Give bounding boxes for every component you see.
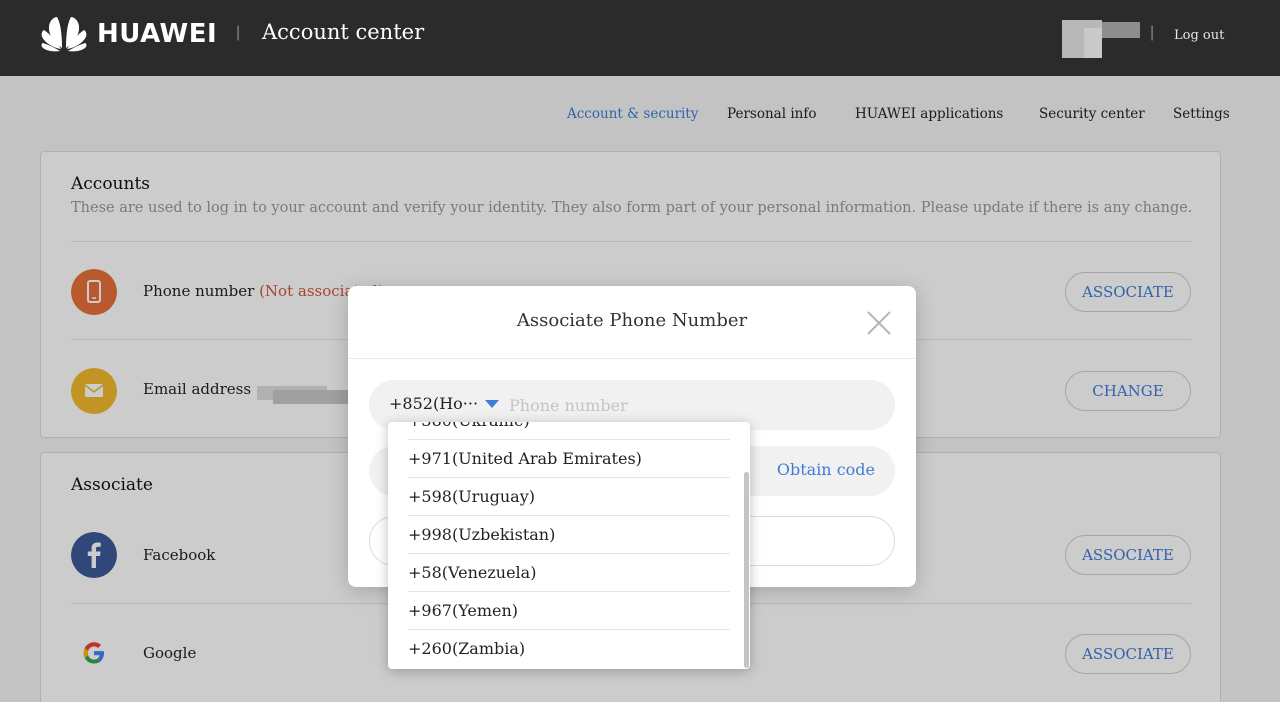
- country-option[interactable]: +998(Uzbekistan): [408, 516, 730, 554]
- top-bar: HUAWEI | Account center | Log out: [0, 0, 1280, 76]
- country-option[interactable]: +380(Ukraine): [408, 422, 730, 440]
- header-title: Account center: [262, 20, 425, 44]
- country-option[interactable]: +58(Venezuela): [408, 554, 730, 592]
- modal-title: Associate Phone Number: [516, 310, 748, 331]
- country-option[interactable]: +967(Yemen): [408, 592, 730, 630]
- header-separator: |: [236, 24, 241, 41]
- caret-down-icon[interactable]: [485, 400, 499, 408]
- modal-divider: [348, 358, 916, 359]
- dropdown-scrollbar[interactable]: [744, 472, 749, 668]
- country-code-select[interactable]: +852(Ho···: [389, 394, 478, 413]
- logout-link[interactable]: Log out: [1174, 28, 1224, 43]
- country-option[interactable]: +598(Uruguay): [408, 478, 730, 516]
- huawei-logo-icon[interactable]: [40, 14, 88, 54]
- country-code-dropdown: +380(Ukraine) +971(United Arab Emirates)…: [388, 422, 750, 669]
- phone-number-input[interactable]: [509, 392, 879, 418]
- avatar[interactable]: [1062, 20, 1140, 58]
- brand-name: HUAWEI: [97, 19, 218, 49]
- header-separator-right: |: [1150, 24, 1155, 41]
- obtain-code-button[interactable]: Obtain code: [777, 460, 875, 479]
- close-icon[interactable]: [866, 310, 892, 336]
- country-option[interactable]: +260(Zambia): [408, 630, 730, 668]
- country-option[interactable]: +971(United Arab Emirates): [408, 440, 730, 478]
